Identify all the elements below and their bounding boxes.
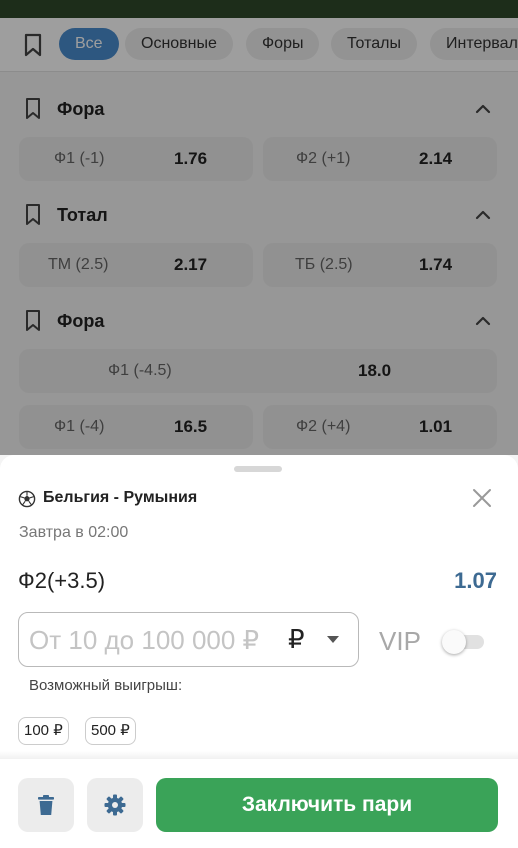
gear-icon	[104, 794, 126, 816]
close-icon[interactable]	[470, 486, 494, 510]
bet-coefficient: 1.07	[454, 568, 497, 593]
betslip-sheet: Бельгия - Румыния Завтра в 02:00 Ф2(+3.5…	[0, 455, 518, 848]
bet-name: Ф2(+3.5)	[18, 568, 106, 593]
vip-toggle[interactable]	[442, 630, 486, 654]
soccer-ball-icon	[18, 490, 36, 508]
quick-stake-500[interactable]: 500 ₽	[85, 717, 136, 745]
drag-handle[interactable]	[234, 466, 282, 472]
divider	[0, 751, 518, 759]
possible-win-label: Возможный выигрыш:	[29, 677, 183, 694]
place-bet-button[interactable]: Заключить пари	[156, 778, 498, 832]
toggle-knob	[442, 630, 466, 654]
settings-button[interactable]	[87, 778, 143, 832]
stake-field[interactable]: ₽	[18, 612, 359, 667]
stake-input[interactable]	[29, 621, 281, 659]
match-date: Завтра в 02:00	[19, 524, 129, 541]
trash-icon	[38, 795, 54, 815]
dim-overlay[interactable]	[0, 0, 518, 455]
currency-label[interactable]: ₽	[288, 624, 305, 655]
quick-stake-100[interactable]: 100 ₽	[18, 717, 69, 745]
vip-label: VIP	[379, 626, 421, 656]
delete-button[interactable]	[18, 778, 74, 832]
match-title: Бельгия - Румыния	[43, 489, 198, 506]
dropdown-caret-icon[interactable]	[327, 636, 339, 644]
